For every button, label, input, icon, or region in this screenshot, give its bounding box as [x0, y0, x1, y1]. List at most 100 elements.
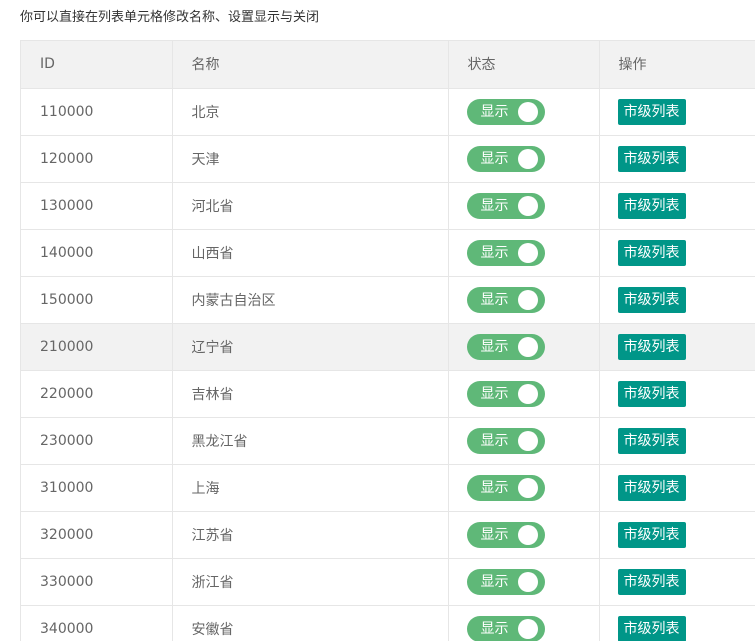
- city-list-button[interactable]: 市级列表: [617, 521, 686, 548]
- cell-status: 显示: [448, 323, 600, 371]
- cell-name[interactable]: 辽宁省: [172, 323, 449, 371]
- hint-text: 你可以直接在列表单元格修改名称、设置显示与关闭: [20, 10, 320, 25]
- status-toggle[interactable]: 显示: [466, 615, 545, 641]
- cell-status: 显示: [448, 276, 600, 324]
- table-row[interactable]: 140000 山西省 显示 市级列表: [21, 229, 755, 277]
- status-toggle[interactable]: 显示: [466, 145, 545, 172]
- cell-action: 市级列表: [599, 464, 755, 512]
- city-list-button[interactable]: 市级列表: [617, 192, 686, 219]
- city-list-button[interactable]: 市级列表: [617, 568, 686, 595]
- table-row[interactable]: 150000 内蒙古自治区 显示 市级列表: [21, 276, 755, 324]
- status-toggle[interactable]: 显示: [466, 333, 545, 360]
- status-toggle-label: 显示: [480, 291, 509, 308]
- status-toggle[interactable]: 显示: [466, 286, 545, 313]
- table-header-row: ID 名称 状态 操作: [21, 41, 755, 89]
- cell-status: 显示: [448, 88, 600, 136]
- status-toggle-label: 显示: [480, 573, 509, 590]
- status-toggle[interactable]: 显示: [466, 380, 545, 407]
- cell-id: 220000: [21, 370, 173, 418]
- city-list-button[interactable]: 市级列表: [617, 98, 686, 125]
- status-toggle[interactable]: 显示: [466, 192, 545, 219]
- status-toggle-label: 显示: [480, 150, 509, 167]
- toggle-knob-icon: [517, 242, 538, 263]
- status-toggle[interactable]: 显示: [466, 427, 545, 454]
- table-row[interactable]: 120000 天津 显示 市级列表: [21, 135, 755, 183]
- cell-id: 340000: [21, 605, 173, 641]
- city-list-button[interactable]: 市级列表: [617, 427, 686, 454]
- status-toggle-label: 显示: [480, 526, 509, 543]
- cell-action: 市级列表: [599, 511, 755, 559]
- toggle-knob-icon: [517, 101, 538, 122]
- city-list-button[interactable]: 市级列表: [617, 615, 686, 641]
- column-header-action: 操作: [599, 41, 755, 89]
- status-toggle-label: 显示: [480, 197, 509, 214]
- cell-name[interactable]: 黑龙江省: [172, 417, 449, 465]
- status-toggle[interactable]: 显示: [466, 98, 545, 125]
- toggle-knob-icon: [517, 524, 538, 545]
- status-toggle[interactable]: 显示: [466, 474, 545, 501]
- toggle-knob-icon: [517, 289, 538, 310]
- table-row[interactable]: 210000 辽宁省 显示 市级列表: [21, 323, 755, 371]
- cell-id: 120000: [21, 135, 173, 183]
- table-row[interactable]: 130000 河北省 显示 市级列表: [21, 182, 755, 230]
- table-row[interactable]: 220000 吉林省 显示 市级列表: [21, 370, 755, 418]
- status-toggle[interactable]: 显示: [466, 568, 545, 595]
- cell-status: 显示: [448, 464, 600, 512]
- city-list-button[interactable]: 市级列表: [617, 239, 686, 266]
- cell-name[interactable]: 北京: [172, 88, 449, 136]
- city-list-button[interactable]: 市级列表: [617, 474, 686, 501]
- column-header-status: 状态: [448, 41, 600, 89]
- table-row[interactable]: 340000 安徽省 显示 市级列表: [21, 605, 755, 641]
- table-header: ID 名称 状态 操作: [21, 41, 755, 89]
- cell-status: 显示: [448, 605, 600, 641]
- table-row[interactable]: 330000 浙江省 显示 市级列表: [21, 558, 755, 606]
- cell-action: 市级列表: [599, 135, 755, 183]
- city-list-button[interactable]: 市级列表: [617, 380, 686, 407]
- cell-name[interactable]: 天津: [172, 135, 449, 183]
- status-toggle-label: 显示: [480, 620, 509, 637]
- table-row[interactable]: 230000 黑龙江省 显示 市级列表: [21, 417, 755, 465]
- cell-name[interactable]: 浙江省: [172, 558, 449, 606]
- cell-name[interactable]: 山西省: [172, 229, 449, 277]
- cell-id: 110000: [21, 88, 173, 136]
- cell-action: 市级列表: [599, 417, 755, 465]
- cell-id: 310000: [21, 464, 173, 512]
- cell-id: 230000: [21, 417, 173, 465]
- cell-status: 显示: [448, 558, 600, 606]
- cell-status: 显示: [448, 182, 600, 230]
- status-toggle-label: 显示: [480, 338, 509, 355]
- cell-status: 显示: [448, 417, 600, 465]
- table-body: 110000 北京 显示 市级列表 120000 天津 显示 市级列表 130000 河北省 显示市…: [21, 88, 755, 641]
- toggle-knob-icon: [517, 571, 538, 592]
- cell-name[interactable]: 江苏省: [172, 511, 449, 559]
- cell-action: 市级列表: [599, 370, 755, 418]
- cell-id: 320000: [21, 511, 173, 559]
- cell-id: 330000: [21, 558, 173, 606]
- cell-id: 210000: [21, 323, 173, 371]
- table-row[interactable]: 320000 江苏省 显示 市级列表: [21, 511, 755, 559]
- status-toggle-label: 显示: [480, 103, 509, 120]
- toggle-knob-icon: [517, 477, 538, 498]
- city-list-button[interactable]: 市级列表: [617, 333, 686, 360]
- cell-action: 市级列表: [599, 605, 755, 641]
- toggle-knob-icon: [517, 148, 538, 169]
- cell-name[interactable]: 吉林省: [172, 370, 449, 418]
- column-header-id: ID: [21, 41, 173, 89]
- cell-name[interactable]: 内蒙古自治区: [172, 276, 449, 324]
- cell-name[interactable]: 安徽省: [172, 605, 449, 641]
- cell-name[interactable]: 上海: [172, 464, 449, 512]
- toggle-knob-icon: [517, 383, 538, 404]
- status-toggle[interactable]: 显示: [466, 239, 545, 266]
- cell-status: 显示: [448, 135, 600, 183]
- city-list-button[interactable]: 市级列表: [617, 286, 686, 313]
- cell-name[interactable]: 河北省: [172, 182, 449, 230]
- table-row[interactable]: 110000 北京 显示 市级列表: [21, 88, 755, 136]
- table-row[interactable]: 310000 上海 显示 市级列表: [21, 464, 755, 512]
- cell-action: 市级列表: [599, 558, 755, 606]
- status-toggle-label: 显示: [480, 432, 509, 449]
- toggle-knob-icon: [517, 618, 538, 639]
- status-toggle[interactable]: 显示: [466, 521, 545, 548]
- toggle-knob-icon: [517, 336, 538, 357]
- city-list-button[interactable]: 市级列表: [617, 145, 686, 172]
- toggle-knob-icon: [517, 430, 538, 451]
